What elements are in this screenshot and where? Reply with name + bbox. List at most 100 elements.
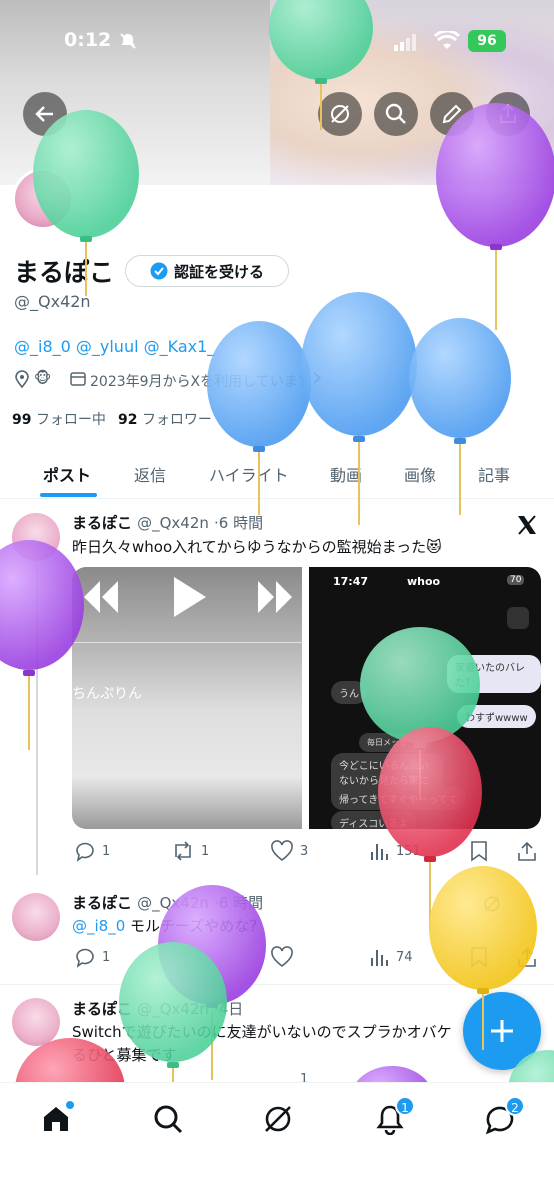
followers-count: 92 [118,412,138,428]
post-divider [0,984,554,985]
repost-icon [175,841,191,861]
grok-icon[interactable] [482,894,502,914]
like-count: 3 [300,843,309,859]
media-caption: ちんぷりん [72,686,142,702]
verified-badge-icon [150,262,168,280]
notifications-badge: 1 [395,1096,415,1116]
chat-bubble: ディスコいるよ [331,811,417,829]
bio-mentions[interactable]: @_i8_0 @_yluul @_Kax1_ [14,337,215,356]
post-author-name[interactable]: まるぽこ [72,514,132,532]
followers-stat[interactable]: 92 フォロワー [118,409,212,429]
get-verified-button[interactable]: 認証を受ける [125,255,289,287]
post-avatar[interactable] [12,893,60,941]
back-button[interactable] [23,92,67,136]
chat-bubble: 帰ってきてすぐやーってて [331,787,466,810]
chat-bubble: わすずwwww [457,705,536,728]
location-icon [15,370,29,388]
tab-replies[interactable]: 返信 [134,452,166,496]
reply-count: 1 [102,843,111,859]
home-unread-dot [66,1101,74,1109]
signal-icon [394,34,416,51]
post-author-handle: @_Qx42n [137,1000,209,1018]
chevron-right-icon[interactable] [312,372,322,384]
post-text: @_i8_0 モルチーズやめな？ [72,915,264,936]
silent-bell-icon [120,33,136,49]
chat-bubble: 毎日メッセー… [359,733,431,752]
tab-articles[interactable]: 記事 [478,452,510,496]
grok-icon[interactable] [262,1103,294,1135]
reply-button[interactable]: 1 [74,840,110,862]
chat-bubble: 家遊いたのバレた？ [447,655,541,693]
x-logo-icon[interactable] [516,514,538,536]
screenshot-app: whoo [407,575,441,588]
messages-badge: 2 [505,1096,525,1116]
post-author-name[interactable]: まるぽこ [72,1000,132,1018]
post-avatar[interactable] [12,998,60,1046]
joined-date: 2023年9月からXを利用しています [90,374,312,390]
search-icon[interactable] [152,1103,184,1135]
chart-icon [371,950,388,966]
chart-icon [371,844,388,860]
post-header: まるぽこ @_Qx42n ·6 時間 [72,892,263,913]
grok-button[interactable] [318,92,362,136]
reply-icon [76,948,94,968]
chat-bubble: うん [331,681,367,704]
bottom-navigation: 1 2 [0,1082,554,1200]
post-author-name[interactable]: まるぽこ [72,894,132,912]
search-icon [385,103,406,124]
tab-active-indicator [40,493,97,497]
tab-videos[interactable]: 動画 [330,452,362,496]
tab-highlights[interactable]: ハイライト [209,452,289,496]
thread-line [36,565,38,875]
screenshot-user-icon [507,607,529,629]
search-button[interactable] [374,92,418,136]
following-label: フォロー中 [35,412,106,428]
followers-label: フォロワー [141,412,212,428]
battery-indicator: 96 [468,30,506,52]
following-stat[interactable]: 99 フォロー中 [12,409,106,429]
post-header: まるぽこ @_Qx42n ·4日 [72,998,243,1019]
post-author-handle: @_Qx42n [137,514,209,532]
profile-handle: @_Qx42n [14,292,91,311]
get-verified-label: 認証を受ける [173,262,264,281]
post-time: ·6 時間 [213,894,264,912]
pencil-icon [442,104,462,124]
grok-icon [331,105,349,123]
like-button[interactable]: 3 [270,840,308,862]
repost-button[interactable]: 1 [171,840,209,862]
screenshot-battery: 70 [507,575,525,585]
status-time: 0:12 [64,29,112,51]
post-text: Switchで遊びたいのに友達がいないのでスプラかオバケ [72,1023,452,1041]
tab-posts[interactable]: ポスト [43,452,91,496]
views-count: 151 [396,843,421,859]
tabs-divider [0,498,554,499]
post-text-line2: るひと募集です [72,1046,177,1064]
share-button[interactable] [486,92,530,136]
heart-icon [271,840,293,862]
post-media-video[interactable]: ちんぷりん [72,567,302,829]
post-text-body: モルチーズやめな？ [130,917,265,935]
heart-icon [271,946,293,968]
plus-icon [491,1020,513,1042]
reply-icon [76,842,94,862]
share-icon[interactable] [516,840,538,862]
compose-button[interactable] [463,992,541,1070]
like-button[interactable] [270,946,294,968]
bookmark-icon[interactable] [470,840,488,862]
profile-avatar[interactable] [12,168,74,230]
edit-button[interactable] [430,92,474,136]
bookmark-icon[interactable] [470,946,488,968]
post-avatar[interactable] [12,513,60,561]
reply-button[interactable]: 1 [74,946,110,968]
post-mention[interactable]: @_i8_0 [72,917,125,935]
views-count: 74 [396,949,413,965]
views-button[interactable]: 151 [370,840,421,862]
arrow-left-icon [35,106,53,122]
post-time: ·6 時間 [213,514,264,532]
share-icon[interactable] [516,946,538,968]
media-divider [72,642,302,643]
tab-images[interactable]: 画像 [404,452,436,496]
post-media-screenshot[interactable]: 17:47 whoo 70 家遊いたのバレた？ うん わすずwwww 毎日メッセ… [309,567,541,829]
profile-banner[interactable] [0,0,554,185]
views-button[interactable]: 74 [370,946,413,968]
